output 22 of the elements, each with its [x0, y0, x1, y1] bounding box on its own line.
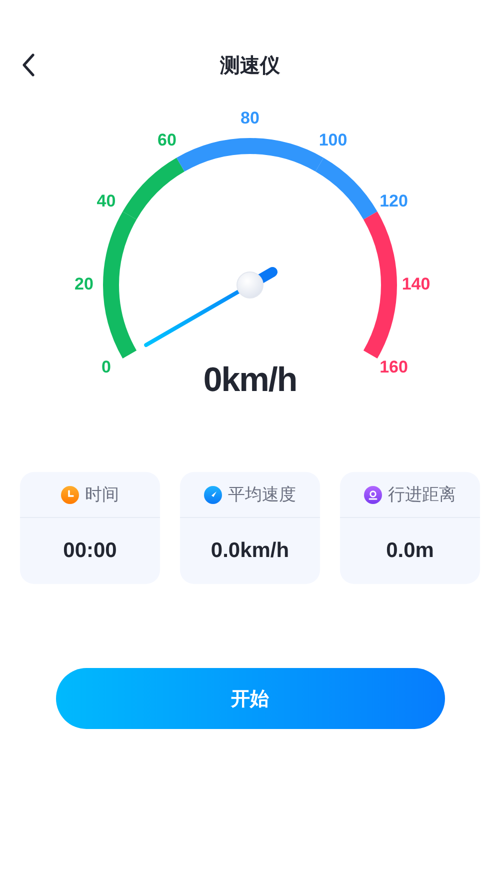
gauge-tick-label: 100 — [318, 130, 348, 150]
stat-value: 0.0km/h — [210, 539, 290, 563]
compass-icon — [204, 486, 222, 504]
location-pin-icon — [364, 486, 382, 504]
gauge-tick-label: 120 — [380, 191, 408, 210]
gauge-tick-label: 20 — [74, 274, 94, 294]
stat-label: 时间 — [85, 484, 119, 506]
stat-value: 0.0m — [386, 539, 434, 563]
gauge-tick-label: 140 — [402, 274, 430, 294]
gauge-tick-label: 80 — [240, 108, 260, 128]
start-button[interactable]: 开始 — [56, 668, 444, 729]
clock-icon — [61, 486, 79, 504]
stat-label: 平均速度 — [228, 484, 296, 506]
stat-label: 行进距离 — [388, 484, 456, 506]
gauge-tick-label: 60 — [158, 130, 176, 150]
back-chevron-icon — [21, 53, 35, 77]
gauge-tick-label: 40 — [96, 191, 116, 210]
page-title: 测速仪 — [220, 52, 280, 78]
gauge-tick-label: 0 — [102, 357, 111, 376]
gauge-tick-label: 160 — [380, 357, 408, 376]
stat-value: 00:00 — [63, 539, 117, 563]
speed-reading: 0km/h — [203, 361, 297, 400]
